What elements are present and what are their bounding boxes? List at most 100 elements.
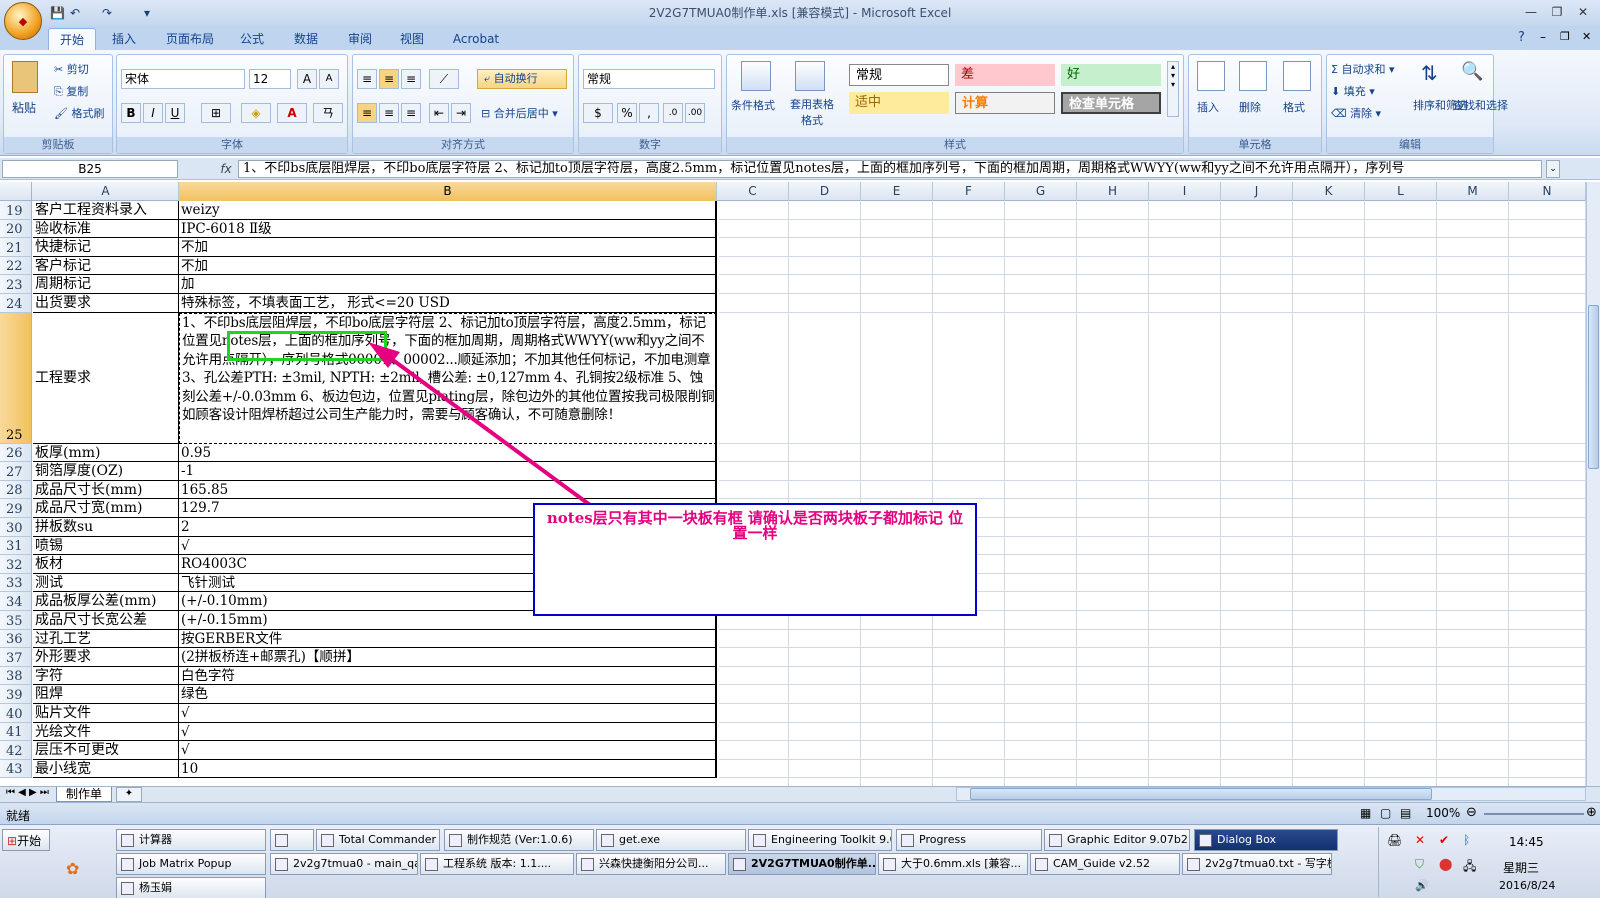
cut-button[interactable]: ✂ 剪切: [54, 61, 89, 77]
align-top-icon[interactable]: ≡: [357, 69, 377, 89]
sheet-nav-icon[interactable]: ⏮ ◀ ▶ ⏭: [6, 787, 49, 798]
number-format-select[interactable]: 常规: [583, 69, 715, 89]
tab-acrobat[interactable]: Acrobat: [446, 28, 506, 50]
zoom-in-icon[interactable]: ⊕: [1586, 805, 1597, 820]
name-box[interactable]: B25: [2, 160, 178, 178]
cell-a29[interactable]: 成品尺寸宽(mm): [33, 499, 179, 518]
cell-a41[interactable]: 光绘文件: [33, 722, 179, 742]
column-header-f[interactable]: F: [933, 182, 1005, 201]
row-header[interactable]: 43: [0, 759, 32, 779]
cell-b19[interactable]: weizy: [179, 201, 717, 220]
font-size-select[interactable]: 12: [249, 69, 291, 89]
tab-data[interactable]: 数据: [286, 28, 326, 50]
column-header-n[interactable]: N: [1509, 182, 1586, 201]
taskbar-item[interactable]: 大于0.6mm.xls [兼容...: [878, 853, 1028, 875]
cell-a39[interactable]: 阻焊: [33, 685, 179, 704]
cell-b38[interactable]: 白色字符: [179, 666, 717, 686]
row-header[interactable]: 28: [0, 480, 32, 500]
tab-home[interactable]: 开始: [48, 28, 96, 50]
cell-a33[interactable]: 测试: [33, 573, 179, 593]
row-header[interactable]: 40: [0, 704, 32, 723]
insert-cells-button[interactable]: 插入: [1197, 99, 1219, 115]
percent-icon[interactable]: %: [617, 103, 637, 123]
styles-gallery-scroll[interactable]: ▴ ▾ ▾: [1167, 61, 1179, 117]
cell-a36[interactable]: 过孔工艺: [33, 629, 179, 649]
font-name-select[interactable]: 宋体: [121, 69, 245, 89]
orientation-icon[interactable]: ⟋: [429, 69, 459, 89]
column-header-c[interactable]: C: [717, 182, 789, 201]
column-header-m[interactable]: M: [1437, 182, 1509, 201]
tab-view[interactable]: 视图: [392, 28, 432, 50]
vertical-scroll-thumb[interactable]: [1588, 305, 1599, 469]
cell-b21[interactable]: 不加: [179, 238, 717, 257]
autosum-button[interactable]: Σ 自动求和 ▾: [1331, 61, 1394, 77]
cell-b43[interactable]: 10: [179, 759, 717, 779]
taskbar-item[interactable]: 2V2G7TMUA0制作单...: [728, 853, 876, 875]
underline-button[interactable]: U: [165, 103, 185, 123]
help-icon[interactable]: ?: [1518, 30, 1525, 45]
cell-a30[interactable]: 拼板数su: [33, 518, 179, 537]
row-header[interactable]: 35: [0, 611, 32, 630]
redo-icon[interactable]: ↷: [102, 4, 112, 22]
format-cells-button[interactable]: 格式: [1283, 99, 1305, 115]
borders-icon[interactable]: ⊞: [201, 103, 231, 123]
view-normal-icon[interactable]: ▦: [1360, 806, 1371, 820]
taskbar-item[interactable]: 计算器: [116, 829, 266, 851]
cell-b20[interactable]: IPC-6018 Ⅱ级: [179, 219, 717, 239]
wrap-text-button[interactable]: ⤶ 自动换行: [477, 69, 567, 89]
taskbar-item[interactable]: 杨玉娟: [116, 877, 266, 898]
row-header[interactable]: 41: [0, 722, 32, 742]
increase-decimal-icon[interactable]: .0: [663, 103, 683, 123]
taskbar-item[interactable]: Graphic Editor 9.07b2 (...: [1044, 829, 1190, 851]
align-middle-icon[interactable]: ≡: [379, 69, 399, 89]
align-center-icon[interactable]: ≡: [379, 103, 399, 123]
taskbar-item[interactable]: Engineering Toolkit 9.0...: [748, 829, 892, 851]
column-header-k[interactable]: K: [1293, 182, 1365, 201]
row-header[interactable]: 32: [0, 555, 32, 574]
paste-button[interactable]: 粘贴: [12, 99, 36, 116]
cell-a26[interactable]: 板厚(mm): [33, 443, 179, 463]
cell-a38[interactable]: 字符: [33, 666, 179, 686]
view-pagebreak-icon[interactable]: ▤: [1400, 806, 1411, 820]
zoom-out-icon[interactable]: ⊖: [1466, 805, 1477, 820]
cell-a32[interactable]: 板材: [33, 555, 179, 574]
cell-b26[interactable]: 0.95: [179, 443, 717, 463]
style-check-cell[interactable]: 检查单元格: [1061, 92, 1161, 114]
currency-icon[interactable]: $: [583, 103, 613, 123]
conditional-format-button[interactable]: 条件格式: [731, 97, 775, 113]
grow-font-icon[interactable]: A: [297, 69, 317, 89]
row-header[interactable]: 23: [0, 275, 32, 294]
column-header-l[interactable]: L: [1365, 182, 1437, 201]
cell-a40[interactable]: 贴片文件: [33, 704, 179, 723]
column-header-h[interactable]: H: [1077, 182, 1149, 201]
shrink-font-icon[interactable]: A: [319, 69, 339, 89]
taskbar-item[interactable]: 制作规范 (Ver:1.0.6): [444, 829, 594, 851]
align-left-icon[interactable]: ≡: [357, 103, 377, 123]
font-color-icon[interactable]: A: [277, 103, 307, 123]
formula-input[interactable]: 1、不印bs底层阻焊层，不印bo底层字符层 2、标记加to顶层字符层，高度2.5…: [238, 160, 1542, 178]
format-painter-button[interactable]: 🖌 格式刷: [54, 105, 104, 121]
cell-b39[interactable]: 绿色: [179, 685, 717, 704]
doc-minimize-icon[interactable]: –: [1540, 30, 1546, 44]
cell-b36[interactable]: 按GERBER文件: [179, 629, 717, 649]
taskbar-item[interactable]: Total Commander 7.0 ...: [316, 829, 440, 851]
style-calculation[interactable]: 计算: [955, 92, 1055, 114]
row-header[interactable]: 34: [0, 592, 32, 611]
cell-b22[interactable]: 不加: [179, 256, 717, 276]
align-bottom-icon[interactable]: ≡: [401, 69, 421, 89]
row-header[interactable]: 42: [0, 741, 32, 760]
cell-a43[interactable]: 最小线宽: [33, 759, 179, 779]
column-header-j[interactable]: J: [1221, 182, 1293, 201]
zoom-level[interactable]: 100%: [1426, 806, 1460, 820]
row-header[interactable]: 21: [0, 238, 32, 257]
cell-a27[interactable]: 铜箔厚度(OZ): [33, 462, 179, 481]
table-format-button[interactable]: 套用表格格式: [785, 97, 839, 129]
clear-button[interactable]: ⌫ 清除 ▾: [1331, 105, 1381, 121]
bluetooth-icon[interactable]: ᛒ: [1463, 833, 1470, 847]
restore-icon[interactable]: ❐: [1546, 3, 1568, 21]
cell-a19[interactable]: 客户工程资料录入: [33, 201, 179, 220]
cell-b40[interactable]: √: [179, 704, 717, 723]
style-good[interactable]: 好: [1061, 64, 1161, 86]
customize-qat-icon[interactable]: ▾: [144, 4, 150, 22]
decrease-indent-icon[interactable]: ⇤: [429, 103, 449, 123]
